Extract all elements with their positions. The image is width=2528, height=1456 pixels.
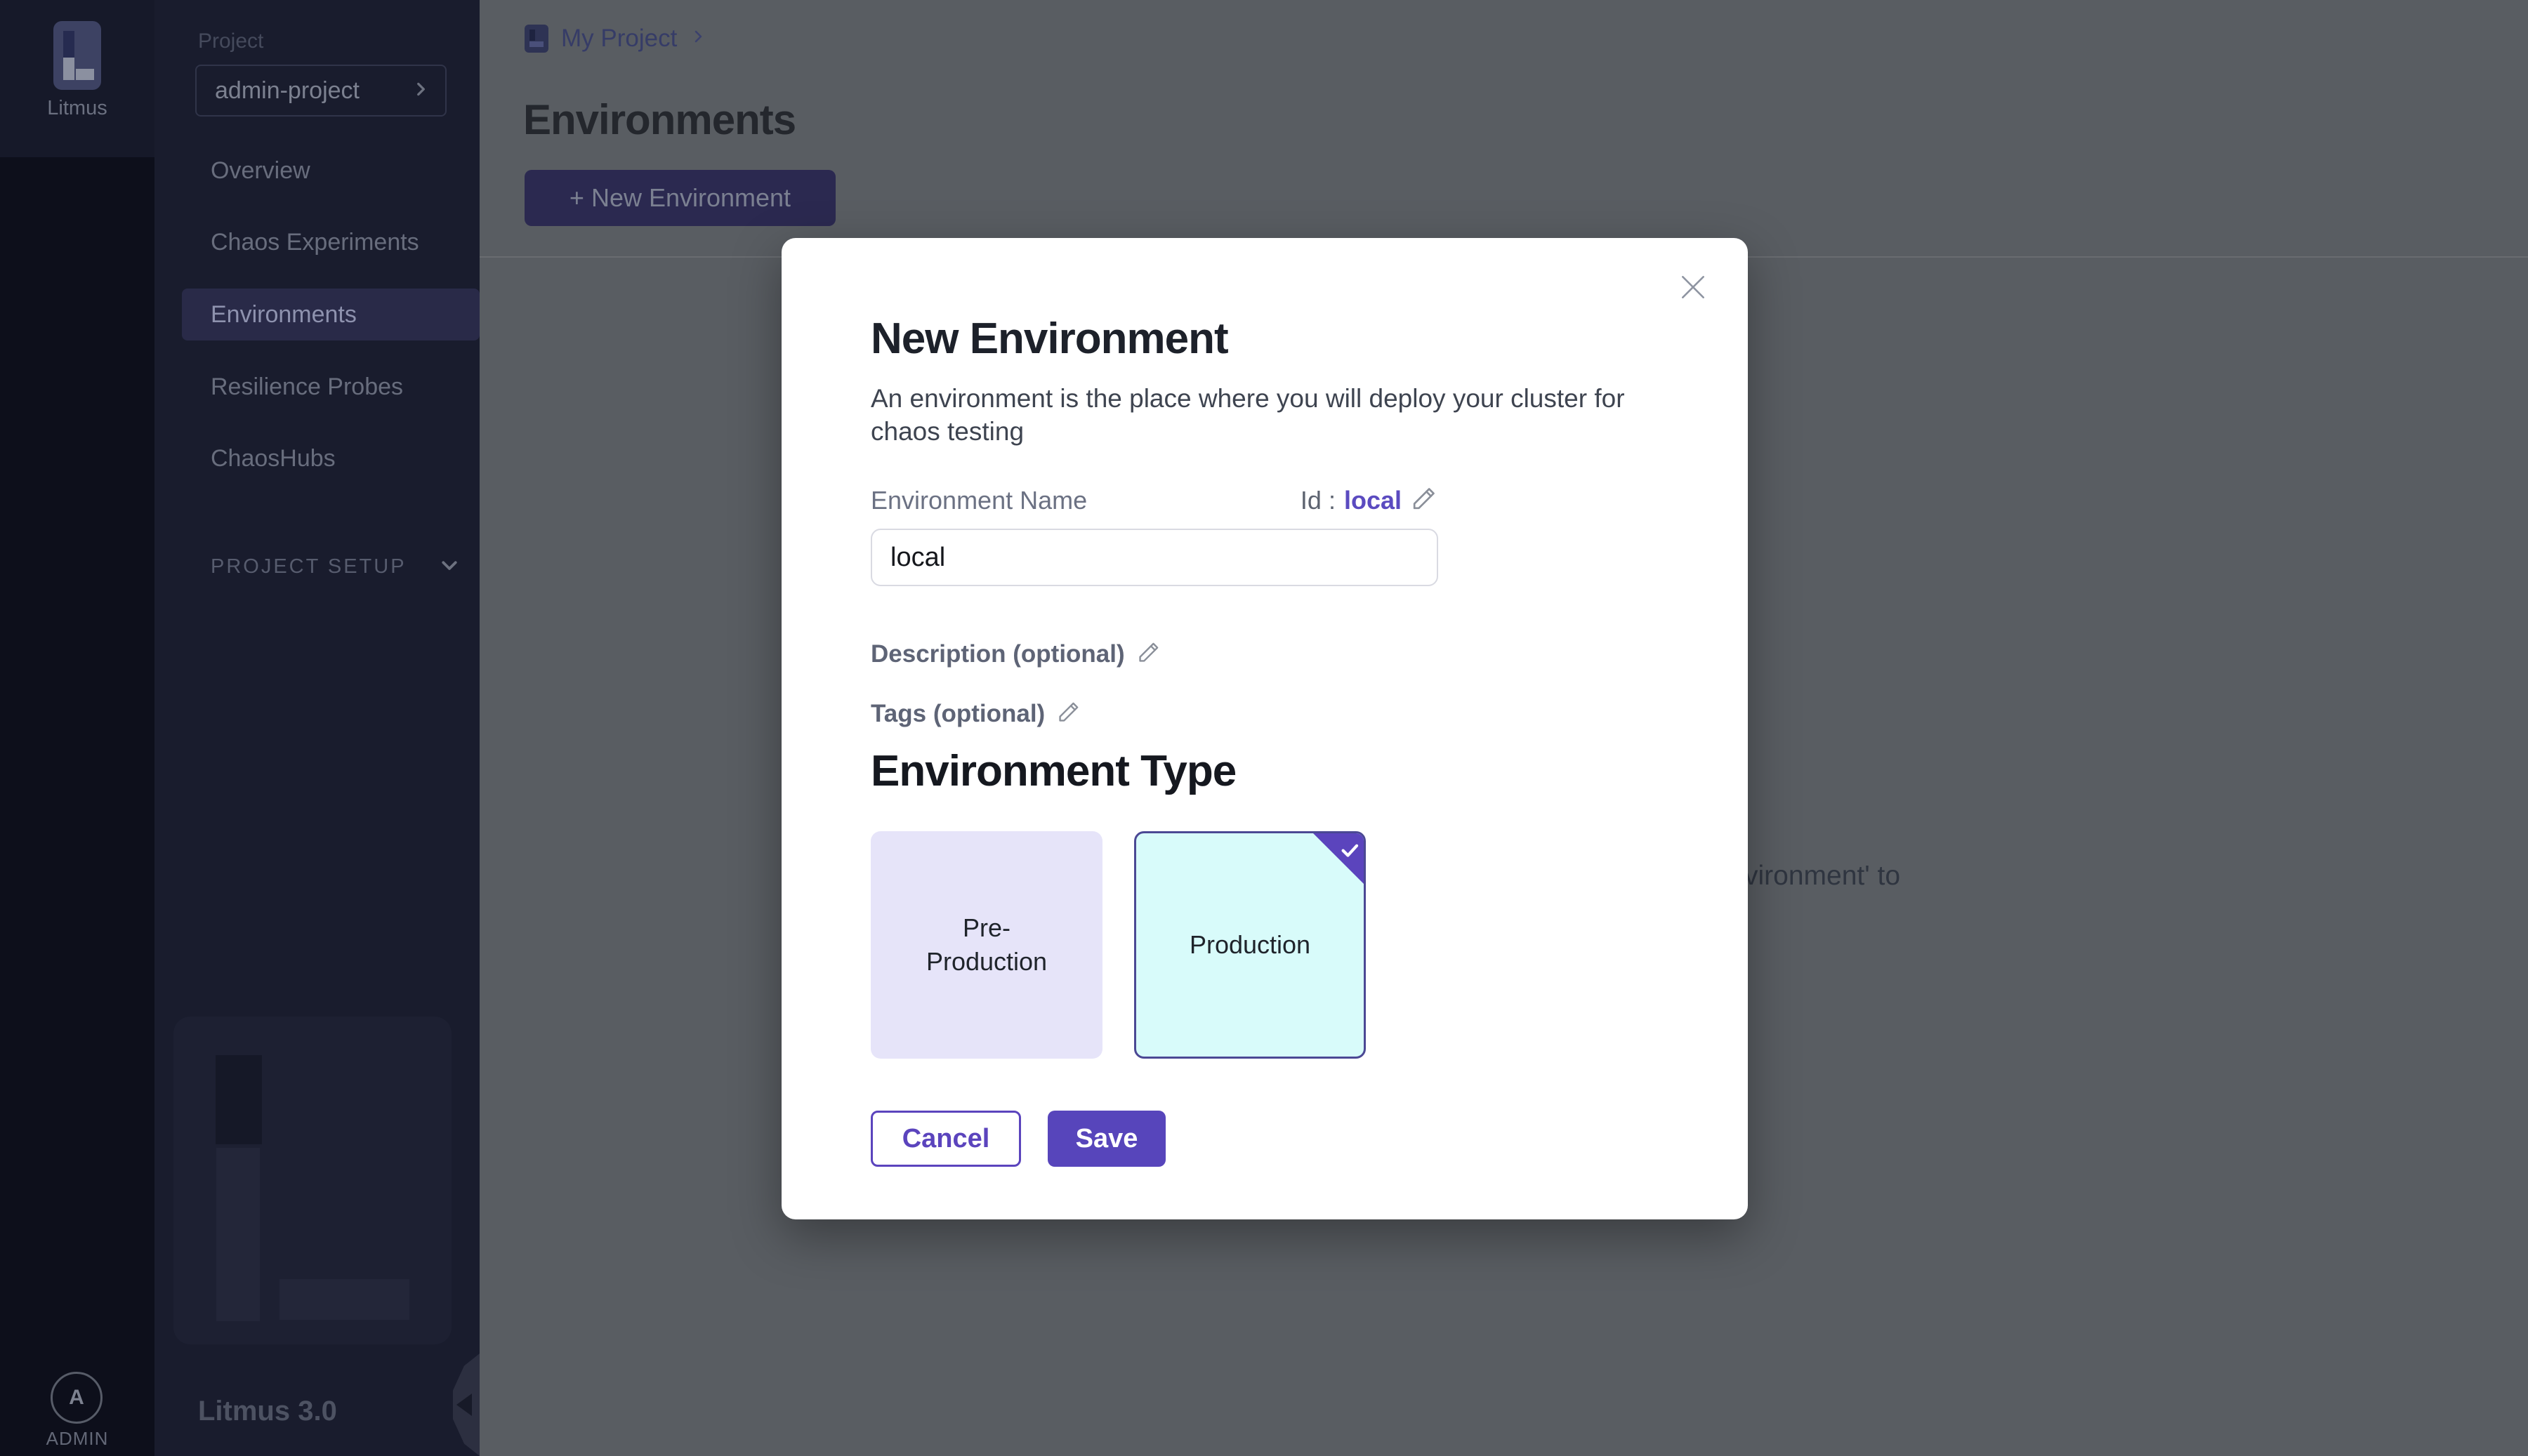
chevron-down-icon — [439, 555, 460, 579]
avatar[interactable]: A — [51, 1372, 103, 1424]
icon-rail: Litmus A ADMIN — [0, 0, 154, 1456]
new-environment-modal: New Environment An environment is the pl… — [782, 238, 1748, 1219]
project-logo-icon — [525, 25, 548, 53]
modal-description: An environment is the place where you wi… — [871, 382, 1664, 448]
version-label: Litmus 3.0 — [198, 1396, 337, 1427]
icon-rail-top: Litmus — [0, 0, 154, 157]
breadcrumb-link[interactable]: My Project — [561, 25, 677, 53]
modal-title: New Environment — [871, 238, 1664, 364]
type-card-label: Pre-Production — [916, 911, 1057, 979]
environment-type-cards: Pre-Production Production — [871, 831, 1664, 1059]
check-icon — [1339, 838, 1360, 867]
tags-row: Tags (optional) — [871, 699, 1664, 728]
sidebar-item-chaos-experiments[interactable]: Chaos Experiments — [182, 216, 480, 268]
sidebar: Project admin-project Overview Chaos Exp… — [154, 0, 480, 1456]
new-environment-button[interactable]: + New Environment — [525, 170, 836, 226]
save-button[interactable]: Save — [1048, 1111, 1166, 1167]
environment-name-input[interactable] — [871, 529, 1438, 586]
environment-name-label: Environment Name — [871, 486, 1087, 515]
litmus-watermark-logo — [173, 1017, 452, 1344]
close-icon[interactable] — [1678, 272, 1709, 303]
litmus-logo-label: Litmus — [0, 97, 154, 120]
empty-state-text-fragment: vironment' to — [1744, 861, 1900, 892]
type-card-production[interactable]: Production — [1134, 831, 1366, 1059]
edit-description-icon[interactable] — [1136, 640, 1161, 668]
project-setup-toggle[interactable]: PROJECT SETUP — [211, 555, 460, 579]
environment-id-group: Id : local — [1301, 484, 1438, 516]
project-selector-value: admin-project — [215, 77, 360, 105]
sidebar-item-overview[interactable]: Overview — [182, 145, 480, 197]
environment-type-heading: Environment Type — [871, 746, 1664, 796]
breadcrumb[interactable]: My Project — [525, 25, 706, 53]
sidebar-item-environments[interactable]: Environments — [182, 289, 480, 340]
edit-id-icon[interactable] — [1410, 484, 1438, 516]
id-value: local — [1344, 486, 1402, 515]
litmus-logo-icon — [53, 21, 101, 90]
sidebar-collapse-button[interactable] — [453, 1354, 480, 1456]
description-row: Description (optional) — [871, 640, 1664, 668]
tags-label: Tags (optional) — [871, 700, 1045, 728]
project-label: Project — [198, 29, 263, 53]
modal-actions: Cancel Save — [871, 1111, 1664, 1167]
environment-name-row: Environment Name Id : local — [871, 484, 1438, 516]
user-role-label: ADMIN — [0, 1428, 154, 1450]
project-selector[interactable]: admin-project — [195, 65, 447, 117]
project-setup-label: PROJECT SETUP — [211, 555, 407, 578]
id-label: Id : — [1301, 486, 1336, 515]
page-title: Environments — [523, 95, 796, 144]
description-label: Description (optional) — [871, 640, 1125, 668]
type-card-pre-production[interactable]: Pre-Production — [871, 831, 1102, 1059]
chevron-right-icon — [690, 27, 706, 51]
edit-tags-icon[interactable] — [1056, 699, 1081, 728]
sidebar-item-resilience-probes[interactable]: Resilience Probes — [182, 361, 480, 413]
avatar-initial: A — [69, 1386, 84, 1410]
type-card-label: Production — [1180, 928, 1320, 962]
app-root: Litmus A ADMIN Project admin-project Ove… — [0, 0, 2528, 1456]
sidebar-item-chaoshubs[interactable]: ChaosHubs — [182, 432, 480, 484]
cancel-button[interactable]: Cancel — [871, 1111, 1021, 1167]
chevron-right-icon — [412, 80, 430, 102]
collapse-left-icon — [456, 1394, 472, 1416]
